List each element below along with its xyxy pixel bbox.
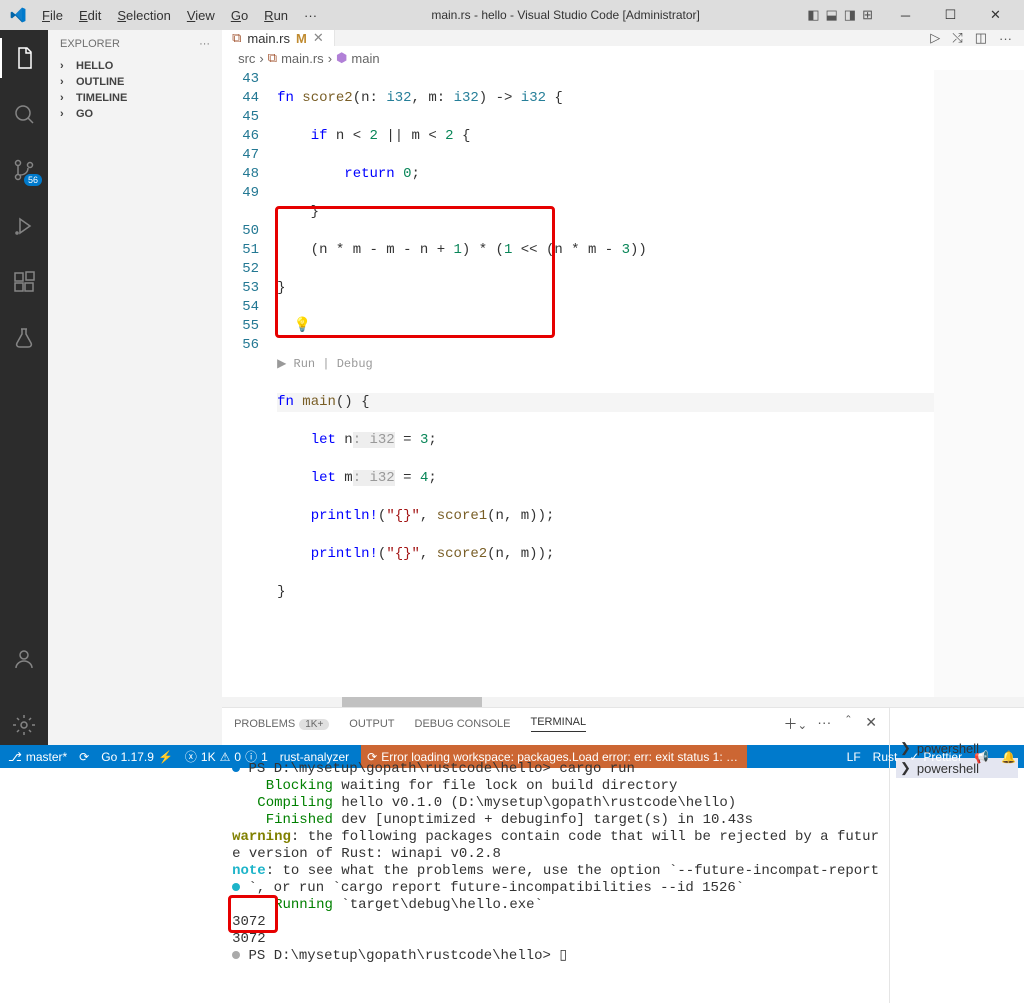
activity-settings[interactable] (0, 705, 48, 745)
menu-go[interactable]: Go (224, 4, 255, 27)
activity-explorer[interactable] (0, 38, 48, 78)
panel-tab-output[interactable]: OUTPUT (349, 718, 394, 730)
lightbulb-icon[interactable]: 💡 (294, 318, 311, 334)
panel-tab-terminal[interactable]: TERMINAL (531, 716, 587, 732)
sidebar-title: EXPLORER (60, 38, 120, 50)
tree-outline[interactable]: ›OUTLINE (54, 74, 216, 90)
rust-file-icon: ⧉ (232, 30, 241, 46)
tab-filename: main.rs (247, 31, 290, 46)
status-prettier[interactable]: ✓ Prettier (909, 750, 962, 764)
window-title: main.rs - hello - Visual Studio Code [Ad… (324, 8, 807, 22)
sidebar-more-icon[interactable]: ··· (199, 38, 210, 50)
panel-more-icon[interactable]: ··· (817, 714, 831, 734)
editor-more-icon[interactable]: ··· (999, 31, 1012, 46)
layout-controls: ◧ ⬓ ◨ ⊞ (807, 7, 873, 23)
activity-testing[interactable] (0, 318, 48, 358)
menu-run[interactable]: Run (257, 4, 295, 27)
status-sync[interactable]: ⟳ (79, 750, 89, 764)
menubar: File Edit Selection View Go Run ··· (35, 4, 324, 27)
status-feedback-icon[interactable]: 📢 (974, 750, 989, 764)
status-bell-icon[interactable]: 🔔 (1001, 750, 1016, 764)
code-editor[interactable]: 4344454647484950515253545556 fn score2(n… (222, 70, 1024, 697)
scm-badge: 56 (24, 174, 42, 186)
layout-panel-left-icon[interactable]: ◧ (807, 7, 819, 23)
tree-hello[interactable]: ›HELLO (54, 58, 216, 74)
panel-tab-debug[interactable]: DEBUG CONSOLE (415, 718, 511, 730)
activity-extensions[interactable] (0, 262, 48, 302)
editor-tabs: ⧉ main.rs M ✕ ▷ ⤭ ◫ ··· (222, 30, 1024, 46)
codelens-run-debug[interactable]: ▶ Run | Debug (277, 355, 934, 374)
activity-search[interactable] (0, 94, 48, 134)
close-button[interactable]: ✕ (973, 0, 1018, 30)
panel-close-icon[interactable]: ✕ (865, 714, 877, 734)
layout-grid-icon[interactable]: ⊞ (862, 7, 873, 23)
activity-scm[interactable]: 56 (0, 150, 48, 190)
status-branch[interactable]: ⎇ master* (8, 750, 67, 764)
editor-hscroll[interactable] (222, 697, 1024, 707)
maximize-button[interactable]: ☐ (928, 0, 973, 30)
tab-main-rs[interactable]: ⧉ main.rs M ✕ (222, 30, 335, 46)
tab-modified: M (296, 31, 307, 46)
terminal[interactable]: PS D:\mysetup\gopath\rustcode\hello> car… (222, 740, 889, 1003)
menu-selection[interactable]: Selection (110, 4, 177, 27)
diff-icon[interactable]: ⤭ (952, 30, 962, 46)
code-content[interactable]: fn score2(n: i32, m: i32) -> i32 { if n … (277, 70, 934, 697)
layout-panel-bottom-icon[interactable]: ⬓ (826, 7, 838, 23)
minimize-button[interactable]: ─ (883, 0, 928, 30)
layout-panel-right-icon[interactable]: ◨ (844, 7, 856, 23)
panel-tab-problems[interactable]: PROBLEMS1K+ (234, 718, 329, 730)
vscode-icon (0, 7, 35, 23)
tab-close-icon[interactable]: ✕ (313, 30, 324, 46)
activity-run[interactable] (0, 206, 48, 246)
sidebar: EXPLORER ··· ›HELLO ›OUTLINE ›TIMELINE ›… (48, 30, 222, 745)
titlebar: File Edit Selection View Go Run ··· main… (0, 0, 1024, 30)
activity-account[interactable] (0, 639, 48, 679)
tree-timeline[interactable]: ›TIMELINE (54, 90, 216, 106)
run-icon[interactable]: ▷ (930, 30, 940, 46)
panel-maximize-icon[interactable]: ＾ (841, 714, 855, 734)
tree-go[interactable]: ›GO (54, 106, 216, 122)
activity-bar: 56 (0, 30, 48, 745)
line-gutter: 4344454647484950515253545556 (222, 70, 277, 697)
menu-view[interactable]: View (180, 4, 222, 27)
menu-more[interactable]: ··· (297, 4, 324, 27)
split-icon[interactable]: ◫ (975, 30, 987, 46)
menu-edit[interactable]: Edit (72, 4, 108, 27)
breadcrumbs[interactable]: src› ⧉main.rs› ⬢main (222, 46, 1024, 70)
minimap[interactable] (934, 70, 1024, 697)
new-terminal-icon[interactable]: ＋⌄ (783, 714, 807, 734)
editor-area: ⧉ main.rs M ✕ ▷ ⤭ ◫ ··· src› ⧉main.rs› ⬢… (222, 30, 1024, 745)
status-go[interactable]: Go 1.17.9 ⚡ (101, 750, 173, 764)
menu-file[interactable]: File (35, 4, 70, 27)
